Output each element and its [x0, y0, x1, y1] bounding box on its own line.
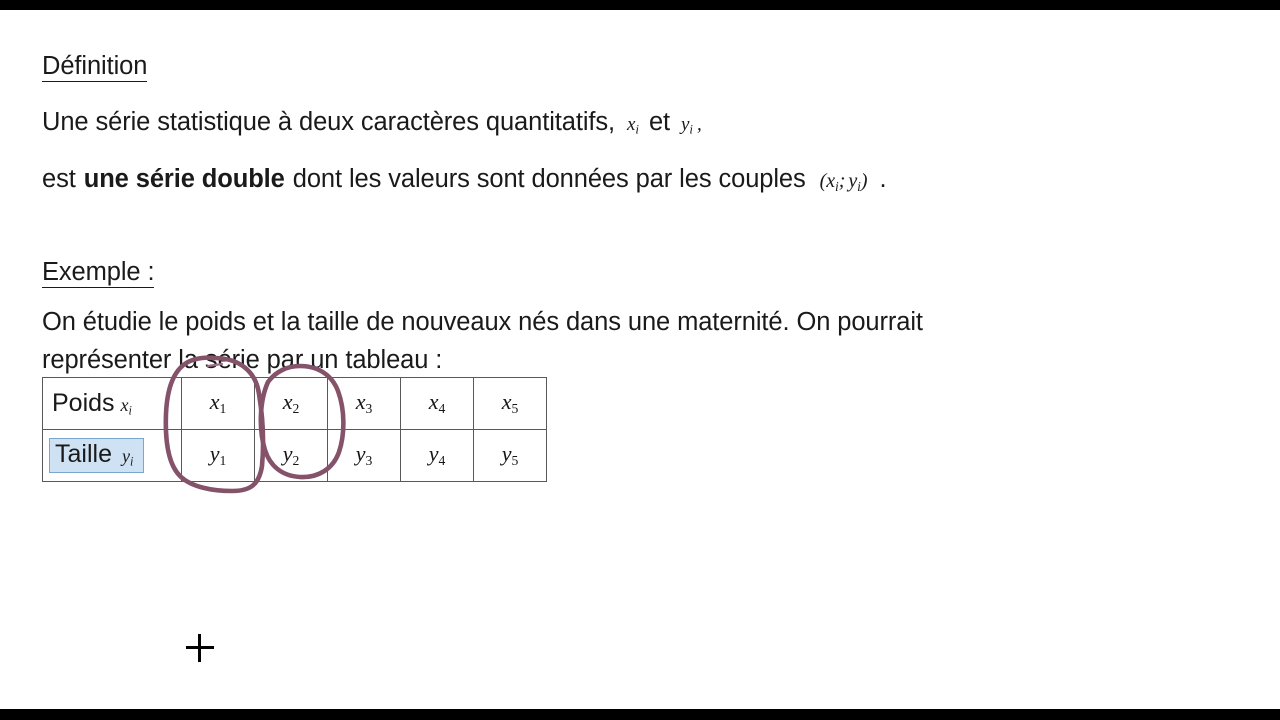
math-xi-inline: xi — [627, 114, 639, 137]
definition-line-2: est une série double dont les valeurs sont… — [42, 165, 887, 194]
cell-math-x2: x2 — [282, 389, 300, 417]
cell-math-y4: y4 — [428, 441, 446, 469]
table-row-label-taille: Taille yi — [42, 429, 182, 482]
cell-math-x4: x4 — [428, 389, 446, 417]
slide-canvas: Définition Une série statistique à deux … — [0, 10, 1280, 709]
row-label-text: Taille — [55, 440, 112, 469]
cell-math-y1: y1 — [209, 441, 227, 469]
series-table: Poids xi x1 x2 x3 x4 x5 Taille yi y1 y2 y3… — [42, 377, 547, 482]
exemple-line-2: représenter la série par un tableau : — [42, 346, 443, 374]
definition-line-1: Une série statistique à deux caractères … — [42, 108, 702, 137]
definition-line1-comma: , — [696, 114, 702, 135]
definition-line1-text: Une série statistique à deux caractères … — [42, 108, 616, 136]
letterbox-top — [0, 0, 1280, 10]
definition-line2-est: est — [42, 165, 76, 193]
cursor-vertical-stroke — [198, 634, 202, 662]
table-cell-x1: x1 — [181, 377, 255, 430]
table-cell-x4: x4 — [400, 377, 474, 430]
row-label-text: Poids — [52, 388, 115, 417]
table-cell-y3: y3 — [327, 429, 401, 482]
table-row: Taille yi y1 y2 y3 y4 y5 — [42, 429, 547, 482]
cell-math-y5: y5 — [501, 441, 519, 469]
exemple-line-1: On étudie le poids et la taille de nouve… — [42, 308, 923, 336]
table-cell-x3: x3 — [327, 377, 401, 430]
slide-screen: Définition Une série statistique à deux … — [0, 0, 1280, 720]
definition-line1-et: et — [648, 108, 671, 136]
table-cell-y4: y4 — [400, 429, 474, 482]
taille-highlight-box: Taille yi — [49, 438, 145, 473]
row-label-math-yi: yi — [121, 446, 134, 469]
crosshair-cursor — [186, 634, 214, 662]
exemple-heading: Exemple : — [42, 258, 155, 288]
exemple-heading-wrap: Exemple : — [42, 258, 155, 288]
table-cell-y2: y2 — [254, 429, 328, 482]
cell-math-y2: y2 — [282, 441, 300, 469]
math-couple: (xi; yi) — [819, 170, 868, 194]
definition-heading-wrap: Définition — [42, 52, 148, 82]
math-yi-inline: yi — [681, 114, 693, 137]
table-cell-y1: y1 — [181, 429, 255, 482]
table-cell-x2: x2 — [254, 377, 328, 430]
cell-math-x3: x3 — [355, 389, 373, 417]
table-cell-y5: y5 — [473, 429, 547, 482]
definition-line2-rest: dont les valeurs sont données par les co… — [292, 165, 806, 193]
cell-math-x5: x5 — [501, 389, 519, 417]
definition-line2-bold: une série double — [83, 165, 285, 193]
definition-line2-period: . — [879, 165, 887, 193]
table-cell-x5: x5 — [473, 377, 547, 430]
table-row-label-poids: Poids xi — [42, 377, 182, 430]
definition-heading: Définition — [42, 52, 148, 82]
table-row: Poids xi x1 x2 x3 x4 x5 — [42, 377, 547, 430]
cell-math-y3: y3 — [355, 441, 373, 469]
letterbox-bottom — [0, 709, 1280, 720]
cell-math-x1: x1 — [209, 389, 227, 417]
row-label-math-xi: xi — [120, 394, 132, 418]
